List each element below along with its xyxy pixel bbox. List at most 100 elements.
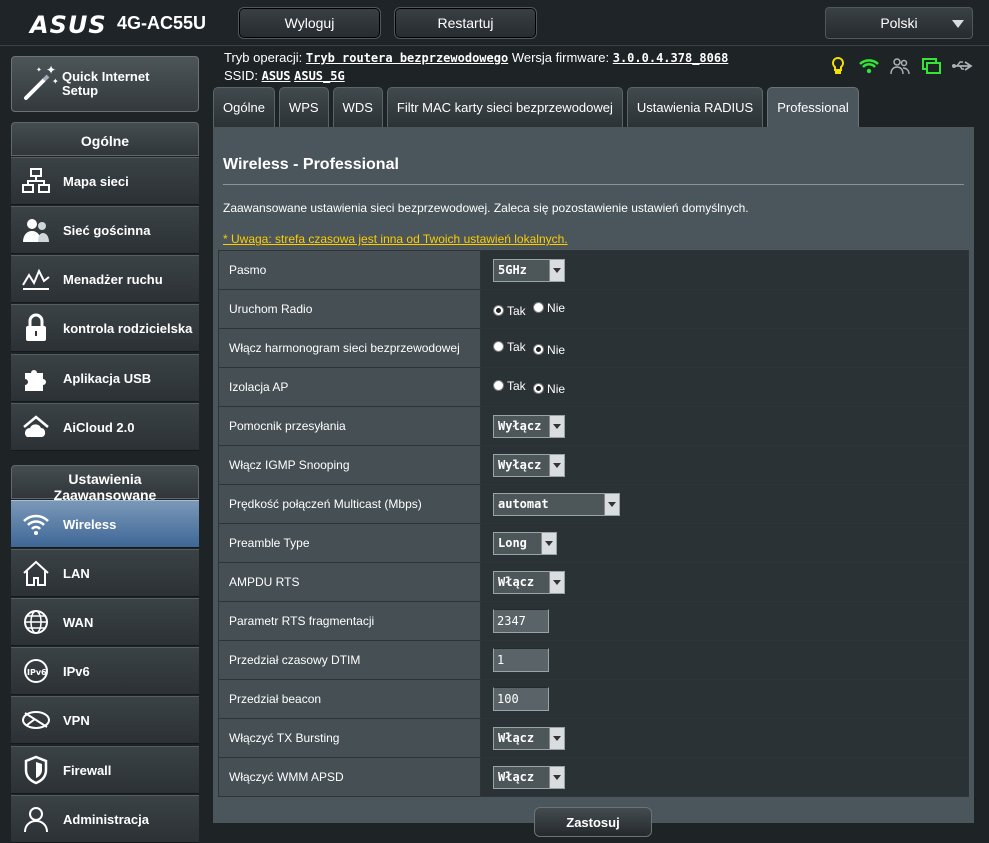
ssid-value-1[interactable]: ASUS (262, 69, 291, 83)
rts-threshold-input[interactable]: 2347 (493, 609, 549, 633)
sidebar-item-label: Menadżer ruchu (63, 271, 163, 287)
tab-wds[interactable]: WDS (332, 87, 383, 127)
globe-icon (19, 605, 53, 639)
tab-general[interactable]: Ogólne (213, 87, 275, 127)
advanced-header-line1: Ustawienia (68, 471, 142, 487)
radio-button[interactable] (493, 305, 504, 316)
sidebar-item-label: Administracja (63, 811, 149, 827)
band-select[interactable]: 5GHz (493, 258, 565, 282)
apply-button[interactable]: Zastosuj (534, 807, 652, 837)
wmm-apsd-select[interactable]: Włącz (493, 765, 565, 789)
settings-table: Pasmo 5GHz Uruchom Radio Tak Nie Włącz h… (218, 250, 969, 797)
sidebar-item-network-map[interactable]: Mapa sieci (11, 157, 199, 205)
select-value: 5GHz (498, 263, 527, 277)
qis-label-line2: Setup (62, 83, 99, 98)
radio-button[interactable] (533, 383, 545, 394)
sidebar-item-parental-control[interactable]: kontrola rodzicielska (11, 304, 199, 352)
quick-internet-setup-button[interactable]: ✦ ✦ ✦ Quick Internet Setup (11, 56, 199, 112)
sidebar-item-administration[interactable]: Administracja (11, 795, 199, 843)
sidebar-item-lan[interactable]: LAN (11, 549, 199, 597)
sidebar-item-vpn[interactable]: VPN (11, 696, 199, 744)
tab-mac-filter[interactable]: Filtr MAC karty sieci bezprzewodowej (386, 87, 623, 127)
table-row: Włącz harmonogram sieci bezprzewodowej T… (218, 328, 969, 368)
setting-label: Parametr RTS fragmentacji (218, 601, 481, 641)
ssid-value-2[interactable]: ASUS_5G (294, 69, 345, 83)
radio-button[interactable] (533, 344, 545, 355)
chevron-down-icon (549, 571, 564, 593)
sidebar-item-firewall[interactable]: Firewall (11, 746, 199, 794)
setting-label: Pasmo (218, 250, 481, 290)
setting-label: Włącz IGMP Snooping (218, 445, 481, 485)
table-row: Włączyć WMM APSD Włącz (218, 757, 969, 797)
sidebar-item-aicloud[interactable]: AiCloud 2.0 (11, 403, 199, 451)
radio-ap-isolation-yes[interactable]: Tak (493, 379, 526, 393)
internet-status-icon[interactable] (919, 55, 943, 77)
main-panel: Wireless - Professional Zaawansowane ust… (213, 127, 974, 837)
language-value: Polski (880, 15, 918, 31)
multicast-rate-select[interactable]: automat (493, 492, 620, 516)
forwarding-helper-select[interactable]: Wyłącz (493, 414, 565, 438)
chevron-down-icon (549, 454, 564, 476)
guest-users-icon (19, 213, 53, 247)
lightbulb-icon[interactable] (826, 55, 850, 77)
radio-enable-radio-no[interactable]: Nie (533, 301, 565, 315)
chevron-down-icon (549, 766, 564, 788)
traffic-chart-icon (19, 262, 53, 296)
table-row: Prędkość połączeń Multicast (Mbps) autom… (218, 484, 969, 524)
wifi-status-icon[interactable] (857, 55, 881, 77)
beacon-interval-input[interactable]: 100 (493, 687, 549, 711)
setting-label: Uruchom Radio (218, 289, 481, 329)
preamble-type-select[interactable]: Long (493, 531, 557, 555)
radio-ap-isolation-no[interactable]: Nie (533, 382, 565, 396)
sidebar-item-guest-network[interactable]: Sieć gościnna (11, 206, 199, 254)
page-title: Wireless - Professional (223, 156, 399, 173)
restart-button[interactable]: Restartuj (394, 7, 537, 39)
setting-label: Prędkość połączeń Multicast (Mbps) (218, 484, 481, 524)
usb-icon[interactable] (950, 55, 974, 77)
timezone-warning-link[interactable]: * Uwaga: strefa czasowa jest inna od Two… (223, 232, 568, 246)
radio-button[interactable] (533, 302, 545, 313)
radio-enable-radio-yes[interactable]: Tak (493, 304, 526, 318)
tab-radius[interactable]: Ustawienia RADIUS (626, 87, 764, 127)
sidebar-item-wireless[interactable]: Wireless (11, 500, 199, 548)
advanced-section-header: Ustawienia Zaawansowane (11, 465, 199, 503)
sidebar-item-label: WAN (63, 614, 94, 630)
op-mode-label: Tryb operacji: (224, 50, 303, 65)
table-row: AMPDU RTS Włącz (218, 562, 969, 602)
tab-professional[interactable]: Professional (767, 87, 859, 127)
cloud-house-icon (19, 410, 53, 444)
radio-button[interactable] (493, 341, 504, 352)
radio-schedule-no[interactable]: Nie (533, 343, 565, 357)
qis-label-line1: Quick Internet (62, 69, 150, 84)
firmware-link[interactable]: 3.0.0.4.378_8068 (613, 51, 729, 65)
dtim-interval-input[interactable]: 1 (493, 648, 549, 672)
sidebar-item-wan[interactable]: WAN (11, 598, 199, 646)
igmp-snooping-select[interactable]: Wyłącz (493, 453, 565, 477)
svg-text:✦: ✦ (46, 63, 56, 77)
chevron-down-icon (549, 259, 564, 281)
ampdu-rts-select[interactable]: Włącz (493, 570, 565, 594)
ipv6-globe-icon: IPv6 (19, 654, 53, 688)
sidebar-item-traffic-manager[interactable]: Menadżer ruchu (11, 255, 199, 303)
tx-bursting-select[interactable]: Włącz (493, 726, 565, 750)
radio-schedule-yes[interactable]: Tak (493, 340, 526, 354)
brand-logo: ASUS (30, 11, 107, 39)
table-row: Uruchom Radio Tak Nie (218, 289, 969, 329)
logout-button[interactable]: Wyloguj (238, 7, 381, 39)
radio-button[interactable] (493, 380, 504, 391)
sidebar-item-usb-application[interactable]: Aplikacja USB (11, 354, 199, 402)
chevron-down-icon (952, 20, 964, 28)
home-icon (19, 556, 53, 590)
tab-bar: Ogólne WPS WDS Filtr MAC karty sieci bez… (213, 87, 863, 127)
ssid-line: SSID: ASUS ASUS_5G (224, 68, 345, 83)
status-line: Tryb operacji: Tryb routera bezprzewodow… (224, 50, 728, 65)
general-section-header: Ogólne (11, 122, 199, 156)
op-mode-link[interactable]: Tryb routera bezprzewodowego (306, 51, 508, 65)
tab-wps[interactable]: WPS (278, 87, 329, 127)
page-description: Zaawansowane ustawienia sieci bezprzewod… (223, 201, 749, 215)
sidebar-item-label: Mapa sieci (63, 173, 129, 189)
language-select[interactable]: Polski (825, 7, 973, 39)
setting-label: Włącz harmonogram sieci bezprzewodowej (218, 328, 481, 368)
sidebar-item-ipv6[interactable]: IPv6 IPv6 (11, 647, 199, 695)
clients-icon[interactable] (888, 55, 912, 77)
